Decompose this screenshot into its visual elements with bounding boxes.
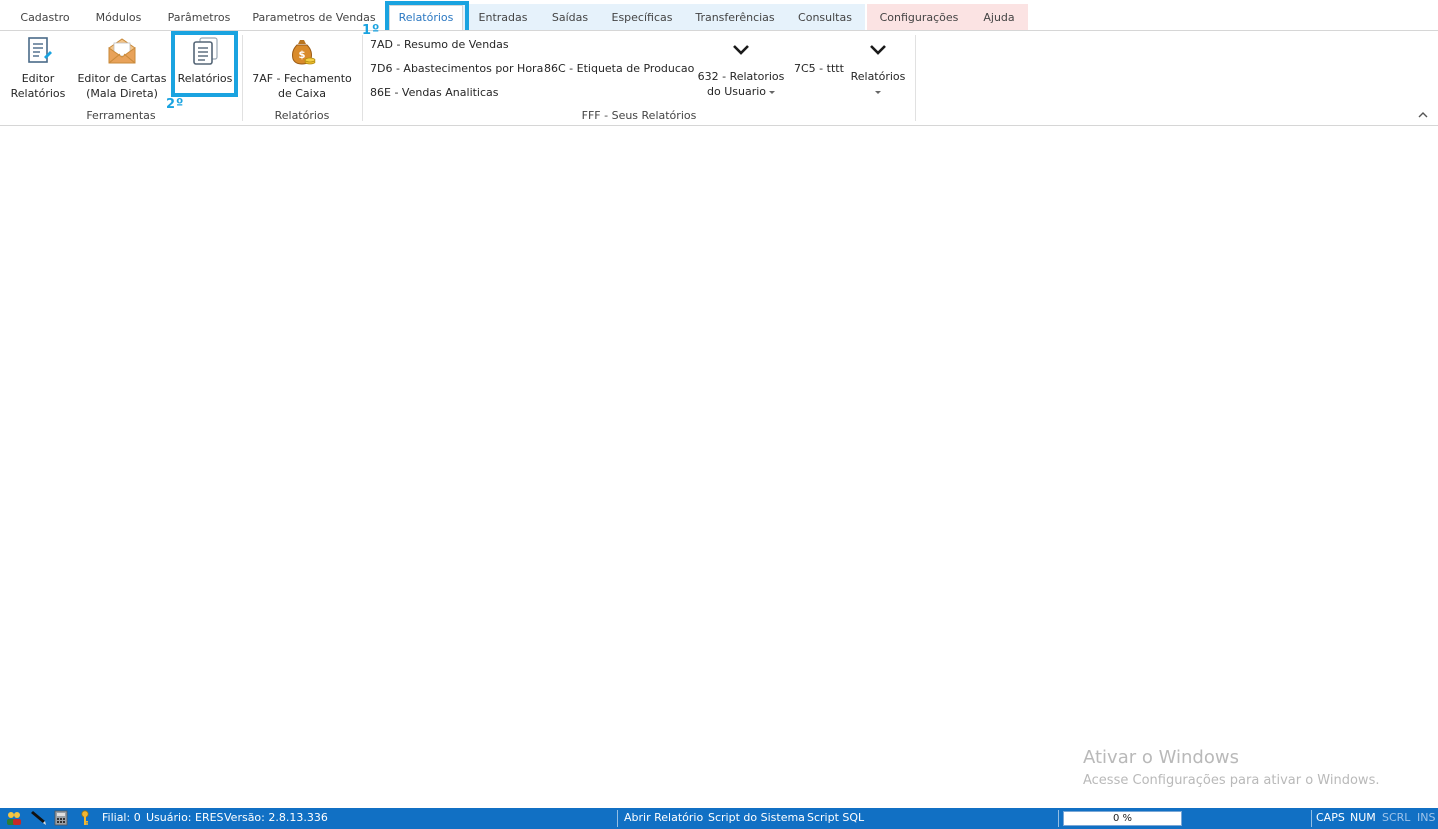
editor-de-cartas-button[interactable]: Editor de Cartas (Mala Direta) xyxy=(77,35,167,101)
editor-relatorios-button[interactable]: Editor Relatórios xyxy=(6,35,70,101)
key-icon[interactable] xyxy=(79,810,91,826)
relatorios-button[interactable]: Relatórios xyxy=(175,35,235,86)
group-label-relatorios: Relatórios xyxy=(274,109,330,122)
dropdown-caret-icon xyxy=(875,90,881,94)
tab-especificas[interactable]: Específicas xyxy=(606,6,678,30)
collapse-ribbon-chevron-up-icon[interactable] xyxy=(1418,111,1428,119)
report-pages-icon xyxy=(193,37,218,65)
fechamento-label-2: de Caixa xyxy=(278,87,326,100)
ribbon-panel: Editor Relatórios Editor de Cartas (Mala… xyxy=(0,30,1438,126)
group-label-seus-relatorios: FFF - Seus Relatórios xyxy=(581,109,697,122)
status-bar: Filial: 0 Usuário: ERES Versão: 2.8.13.3… xyxy=(0,808,1438,829)
pen-icon[interactable] xyxy=(29,810,47,826)
users-icon[interactable] xyxy=(5,810,23,826)
ribbon-tab-strip: Cadastro Módulos Parâmetros Parametros d… xyxy=(0,0,1438,34)
tab-parametros-de-vendas[interactable]: Parametros de Vendas xyxy=(250,6,378,30)
relatorios-do-usuario-dropdown[interactable]: 632 - Relatorios do Usuario xyxy=(694,43,788,99)
status-versao: Versão: 2.8.13.336 xyxy=(224,811,328,824)
abastecimentos-por-hora-link[interactable]: 7D6 - Abastecimentos por Hora xyxy=(370,62,543,75)
group-separator xyxy=(242,35,243,121)
tab-configuracoes[interactable]: Configurações xyxy=(873,6,965,30)
relatorios-usuario-label-2: do Usuario xyxy=(706,85,766,98)
tab-saidas[interactable]: Saídas xyxy=(547,6,593,30)
group-separator xyxy=(362,35,363,121)
step1-annotation: 1º xyxy=(362,23,381,38)
num-indicator: NUM xyxy=(1350,811,1376,824)
status-divider xyxy=(617,810,618,827)
editor-relatorios-label-1: Editor xyxy=(21,72,55,85)
relatorios-menu-label: Relatórios xyxy=(850,70,906,83)
tttt-link[interactable]: 7C5 - tttt xyxy=(794,62,844,75)
chevron-down-icon xyxy=(870,45,886,55)
fechamento-de-caixa-button[interactable]: $ 7AF - Fechamento de Caixa xyxy=(248,35,356,101)
tab-consultas[interactable]: Consultas xyxy=(792,6,858,30)
chevron-down-icon xyxy=(733,45,749,55)
editor-de-cartas-label-1: Editor de Cartas xyxy=(77,72,167,85)
money-bag-icon: $ xyxy=(292,40,316,65)
resumo-de-vendas-link[interactable]: 7AD - Resumo de Vendas xyxy=(370,38,509,51)
envelope-icon xyxy=(108,38,136,64)
calculator-icon[interactable] xyxy=(54,810,68,826)
dropdown-caret-icon xyxy=(769,90,775,94)
document-edit-icon xyxy=(28,37,52,63)
group-label-ferramentas: Ferramentas xyxy=(86,109,156,122)
group-separator xyxy=(915,35,916,121)
tab-cadastro[interactable]: Cadastro xyxy=(14,6,76,30)
relatorios-usuario-label-1: 632 - Relatorios xyxy=(697,70,785,83)
etiqueta-de-producao-link[interactable]: 86C - Etiqueta de Producao xyxy=(544,62,694,75)
relatorios-menu-dropdown[interactable]: Relatórios xyxy=(846,43,910,99)
svg-text:$: $ xyxy=(299,50,306,61)
abrir-relatorio-link[interactable]: Abrir Relatório xyxy=(624,811,703,824)
status-divider xyxy=(1058,810,1059,827)
tab-relatorios[interactable]: Relatórios xyxy=(389,5,463,31)
vendas-analiticas-link[interactable]: 86E - Vendas Analiticas xyxy=(370,86,499,99)
tab-transferencias[interactable]: Transferências xyxy=(690,6,780,30)
tab-modulos[interactable]: Módulos xyxy=(88,6,149,30)
progress-bar: 0 % xyxy=(1063,811,1182,826)
step2-annotation: 2º xyxy=(166,97,185,112)
status-filial: Filial: 0 xyxy=(102,811,141,824)
windows-activation-subtitle: Acesse Configurações para ativar o Windo… xyxy=(1083,773,1380,788)
ins-indicator: INS xyxy=(1417,811,1436,824)
scrl-indicator: SCRL xyxy=(1382,811,1411,824)
editor-de-cartas-label-2: (Mala Direta) xyxy=(86,87,158,100)
tab-parametros[interactable]: Parâmetros xyxy=(162,6,236,30)
script-sql-link[interactable]: Script SQL xyxy=(807,811,864,824)
editor-relatorios-label-2: Relatórios xyxy=(10,87,66,100)
caps-indicator: CAPS xyxy=(1316,811,1345,824)
script-do-sistema-link[interactable]: Script do Sistema xyxy=(708,811,805,824)
windows-activation-title: Ativar o Windows xyxy=(1083,747,1239,768)
relatorios-label: Relatórios xyxy=(177,72,233,85)
status-divider xyxy=(1311,810,1312,827)
tab-entradas[interactable]: Entradas xyxy=(474,6,532,30)
status-usuario: Usuário: ERES xyxy=(146,811,224,824)
fechamento-label-1: 7AF - Fechamento xyxy=(252,72,352,85)
tab-ajuda[interactable]: Ajuda xyxy=(977,6,1021,30)
